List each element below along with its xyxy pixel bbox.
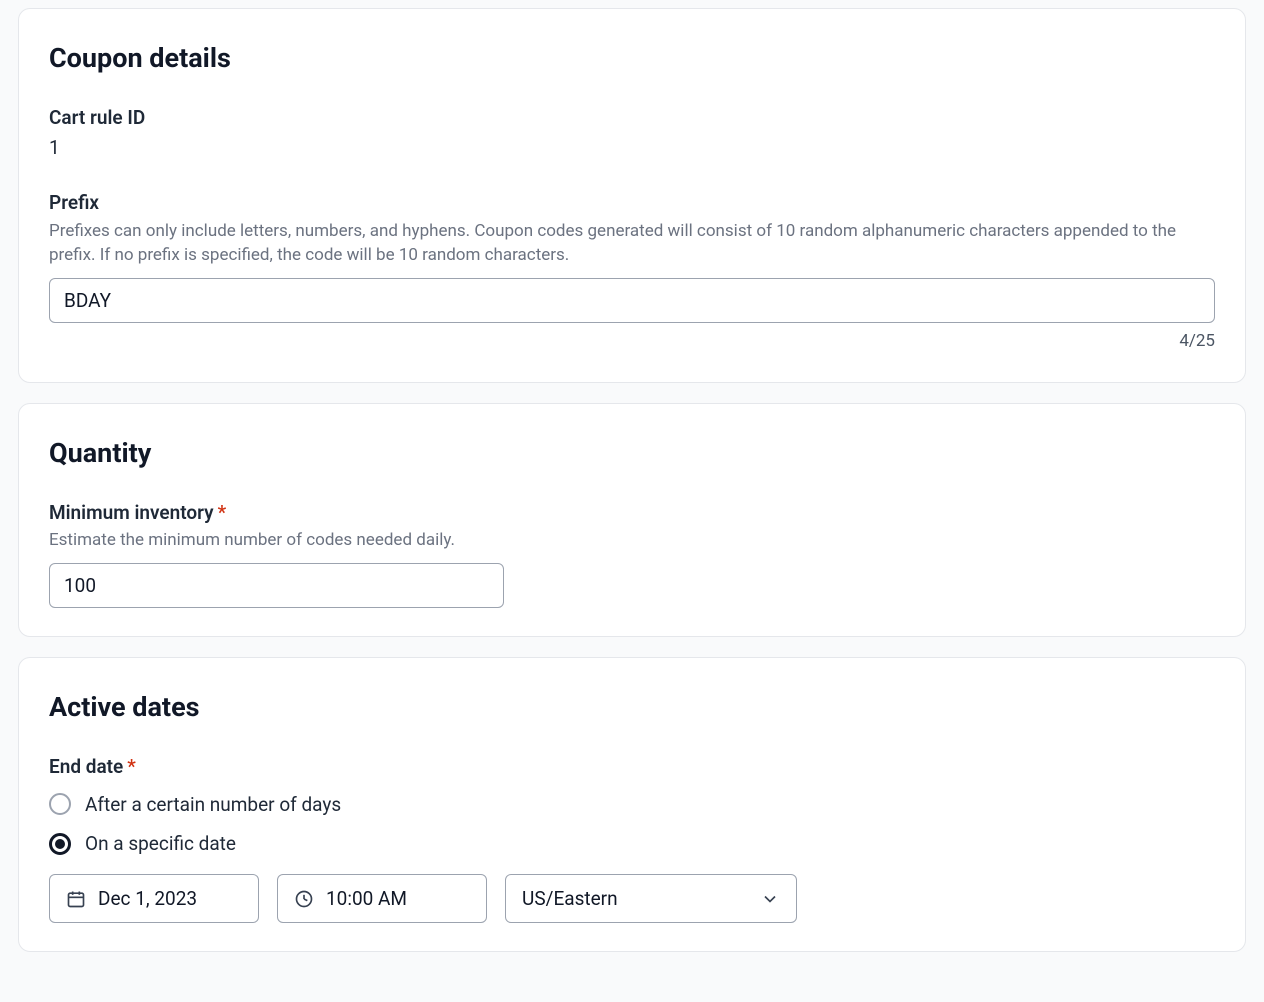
clock-icon	[294, 889, 314, 909]
radio-dot-icon	[55, 839, 65, 849]
min-inventory-input[interactable]	[49, 563, 504, 608]
active-dates-title: Active dates	[49, 688, 1215, 727]
prefix-label: Prefix	[49, 189, 1215, 217]
coupon-details-title: Coupon details	[49, 39, 1215, 78]
end-date-label-text: End date	[49, 755, 123, 778]
prefix-input[interactable]	[49, 278, 1215, 323]
quantity-title: Quantity	[49, 434, 1215, 473]
min-inventory-label-text: Minimum inventory	[49, 501, 214, 524]
timezone-value: US/Eastern	[522, 885, 748, 913]
cart-rule-id-label: Cart rule ID	[49, 104, 1215, 132]
active-dates-card: Active dates End date* After a certain n…	[18, 657, 1246, 952]
radio-circle-selected-icon	[49, 833, 71, 855]
radio-after-days-label: After a certain number of days	[85, 791, 341, 819]
min-inventory-label: Minimum inventory*	[49, 499, 1215, 527]
radio-specific-date[interactable]: On a specific date	[49, 830, 1215, 858]
min-inventory-help: Estimate the minimum number of codes nee…	[49, 528, 1215, 553]
required-asterisk: *	[127, 755, 136, 778]
radio-after-days[interactable]: After a certain number of days	[49, 791, 1215, 819]
date-time-controls: Dec 1, 2023 10:00 AM US/Eastern	[49, 874, 1215, 924]
prefix-help: Prefixes can only include letters, numbe…	[49, 219, 1215, 268]
calendar-icon	[66, 889, 86, 909]
date-picker-value: Dec 1, 2023	[98, 885, 242, 913]
date-picker[interactable]: Dec 1, 2023	[49, 874, 259, 924]
radio-circle-icon	[49, 793, 71, 815]
end-date-label: End date*	[49, 753, 1215, 781]
cart-rule-id-field: Cart rule ID 1	[49, 104, 1215, 161]
required-asterisk: *	[218, 501, 227, 524]
end-date-radio-group: After a certain number of days On a spec…	[49, 791, 1215, 858]
prefix-char-count: 4/25	[49, 329, 1215, 354]
prefix-field: Prefix Prefixes can only include letters…	[49, 189, 1215, 353]
quantity-card: Quantity Minimum inventory* Estimate the…	[18, 403, 1246, 637]
cart-rule-id-value: 1	[49, 134, 1215, 162]
min-inventory-field: Minimum inventory* Estimate the minimum …	[49, 499, 1215, 608]
time-picker[interactable]: 10:00 AM	[277, 874, 487, 924]
chevron-down-icon	[760, 889, 780, 909]
time-picker-value: 10:00 AM	[326, 885, 470, 913]
end-date-field: End date* After a certain number of days…	[49, 753, 1215, 923]
radio-specific-date-label: On a specific date	[85, 830, 236, 858]
coupon-details-card: Coupon details Cart rule ID 1 Prefix Pre…	[18, 8, 1246, 383]
timezone-select[interactable]: US/Eastern	[505, 874, 797, 924]
